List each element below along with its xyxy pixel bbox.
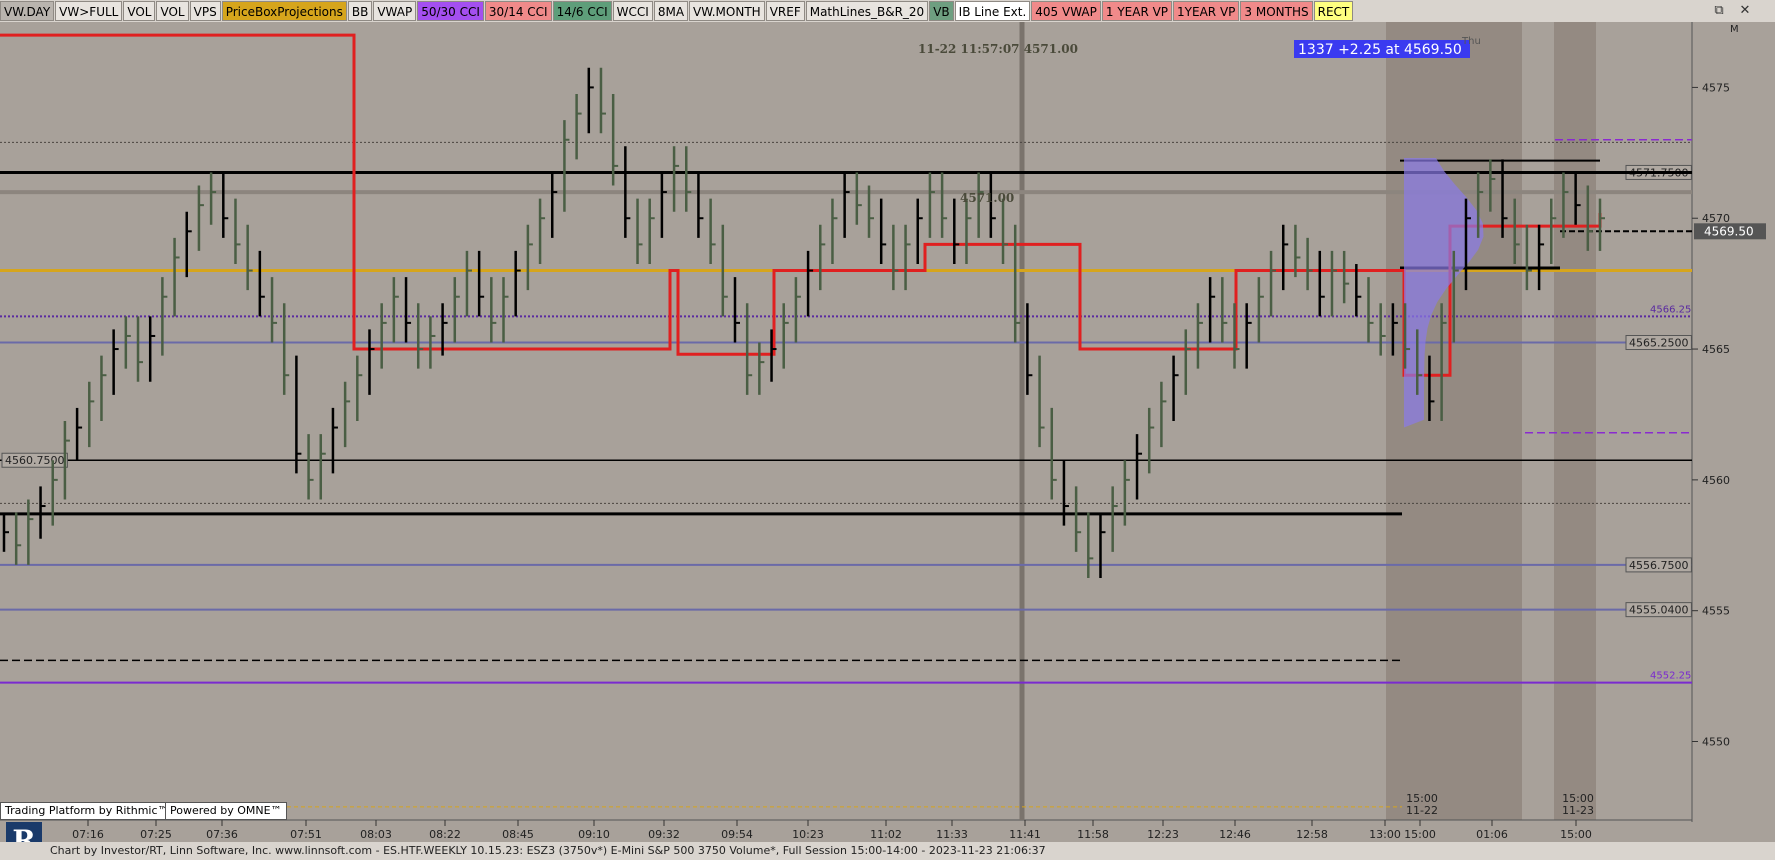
- toolbar-item-5[interactable]: PriceBoxProjections: [221, 1, 347, 21]
- toolbar-item-13[interactable]: VW.MONTH: [689, 1, 765, 21]
- toolbar-item-21[interactable]: 3 MONTHS: [1240, 1, 1313, 21]
- x-tick-label-15: 12:23: [1147, 828, 1179, 841]
- level-label-6: 4552.25: [1650, 671, 1691, 682]
- x-tick-label-6: 08:45: [502, 828, 534, 841]
- toolbar-item-16[interactable]: VB: [929, 1, 954, 21]
- session-shade-2: [1554, 22, 1596, 820]
- toolbar-item-4[interactable]: VPS: [189, 1, 221, 21]
- rithmic-badge: Trading Platform by Rithmic™: [0, 802, 174, 820]
- x-tick-label-21: 15:00: [1560, 828, 1592, 841]
- x-tick-label-16: 12:46: [1219, 828, 1251, 841]
- toolbar-item-15[interactable]: MathLines_B&R_20: [805, 1, 929, 21]
- level-label-1: 4566.25: [1650, 304, 1691, 315]
- toolbar-item-8[interactable]: 50/30 CCI: [417, 1, 484, 21]
- x-tick-label-5: 08:22: [429, 828, 461, 841]
- toolbar-item-14[interactable]: VREF: [765, 1, 805, 21]
- x-tick-label-20: 01:06: [1476, 828, 1508, 841]
- cursor-readout: 11-22 11:57:07 4571.00: [918, 42, 1078, 56]
- y-tick-label-4: 4555: [1702, 605, 1730, 618]
- toolbar-item-0[interactable]: VW.DAY: [0, 1, 55, 21]
- status-footer: Chart by Investor/RT, Linn Software, Inc…: [0, 842, 1775, 860]
- omne-badge: Powered by OMNE™: [165, 802, 287, 820]
- x-tick-label-7: 09:10: [578, 828, 610, 841]
- x-tick-label-3: 07:51: [290, 828, 322, 841]
- y-tick-label-5: 4550: [1702, 736, 1730, 749]
- toolbar-item-18[interactable]: 405 VWAP: [1031, 1, 1101, 21]
- x-tick-label-14: 11:58: [1077, 828, 1109, 841]
- x-tick-label-8: 09:32: [648, 828, 680, 841]
- toolbar-item-17[interactable]: IB Line Ext.: [954, 1, 1031, 21]
- x-tick-label-10: 10:23: [792, 828, 824, 841]
- x-tick-label-1: 07:25: [140, 828, 172, 841]
- x-tick-label-2: 07:36: [206, 828, 238, 841]
- level-label-2: 4565.2500: [1629, 337, 1689, 350]
- x-tick-label-19: 15:00: [1404, 828, 1436, 841]
- restore-icon[interactable]: ⧉: [1710, 2, 1728, 20]
- price-chart[interactable]: 4571.75004566.254565.25004560.75004556.7…: [0, 22, 1775, 842]
- x-tick-label-17: 12:58: [1296, 828, 1328, 841]
- x-tick-label-4: 08:03: [360, 828, 392, 841]
- x-tick-label-0: 07:16: [72, 828, 104, 841]
- toolbar-item-9[interactable]: 30/14 CCI: [484, 1, 552, 21]
- y-tick-label-0: 4575: [1702, 81, 1730, 94]
- close-icon[interactable]: ✕: [1736, 2, 1754, 20]
- x-tick-label-18: 13:00: [1369, 828, 1401, 841]
- toolbar-item-12[interactable]: 8MA: [653, 1, 689, 21]
- price-axis-panel: [1692, 22, 1775, 842]
- x-tick-label-11: 11:02: [870, 828, 902, 841]
- session-date-1: 11-23: [1562, 804, 1594, 817]
- x-tick-label-12: 11:33: [936, 828, 968, 841]
- y-tick-label-2: 4565: [1702, 343, 1730, 356]
- footer-text: Chart by Investor/RT, Linn Software, Inc…: [50, 844, 1046, 857]
- toolbar-item-6[interactable]: BB: [347, 1, 373, 21]
- current-price-label: 4569.50: [1704, 224, 1754, 238]
- toolbar-item-20[interactable]: 1YEAR VP: [1173, 1, 1240, 21]
- level-label-4: 4556.7500: [1629, 559, 1689, 572]
- y-tick-label-3: 4560: [1702, 474, 1730, 487]
- toolbar-item-22[interactable]: RECT: [1313, 1, 1354, 21]
- x-tick-label-9: 09:54: [721, 828, 753, 841]
- level-label-3: 4560.7500: [5, 454, 65, 467]
- toolbar-item-7[interactable]: VWAP: [373, 1, 417, 21]
- last-trade-text: 1337 +2.25 at 4569.50: [1298, 42, 1462, 58]
- toolbar-item-10[interactable]: 14/6 CCI: [552, 1, 612, 21]
- indicator-toolbar: VW.DAY VW>FULL VOL VOL VPS PriceBoxProjection…: [0, 0, 1775, 23]
- cursor-price-label: 4571.00: [960, 191, 1014, 205]
- toolbar-item-19[interactable]: 1 YEAR VP: [1101, 1, 1173, 21]
- m-marker-icon: M: [1730, 24, 1739, 35]
- day-label: Thu: [1461, 36, 1481, 47]
- toolbar-item-3[interactable]: VOL: [156, 1, 189, 21]
- toolbar-item-11[interactable]: WCCI: [612, 1, 653, 21]
- toolbar-item-2[interactable]: VOL: [123, 1, 156, 21]
- toolbar-item-1[interactable]: VW>FULL: [55, 1, 123, 21]
- session-date-0: 11-22: [1406, 804, 1438, 817]
- level-label-5: 4555.0400: [1629, 604, 1689, 617]
- y-tick-label-1: 4570: [1702, 212, 1730, 225]
- x-tick-label-13: 11:41: [1009, 828, 1041, 841]
